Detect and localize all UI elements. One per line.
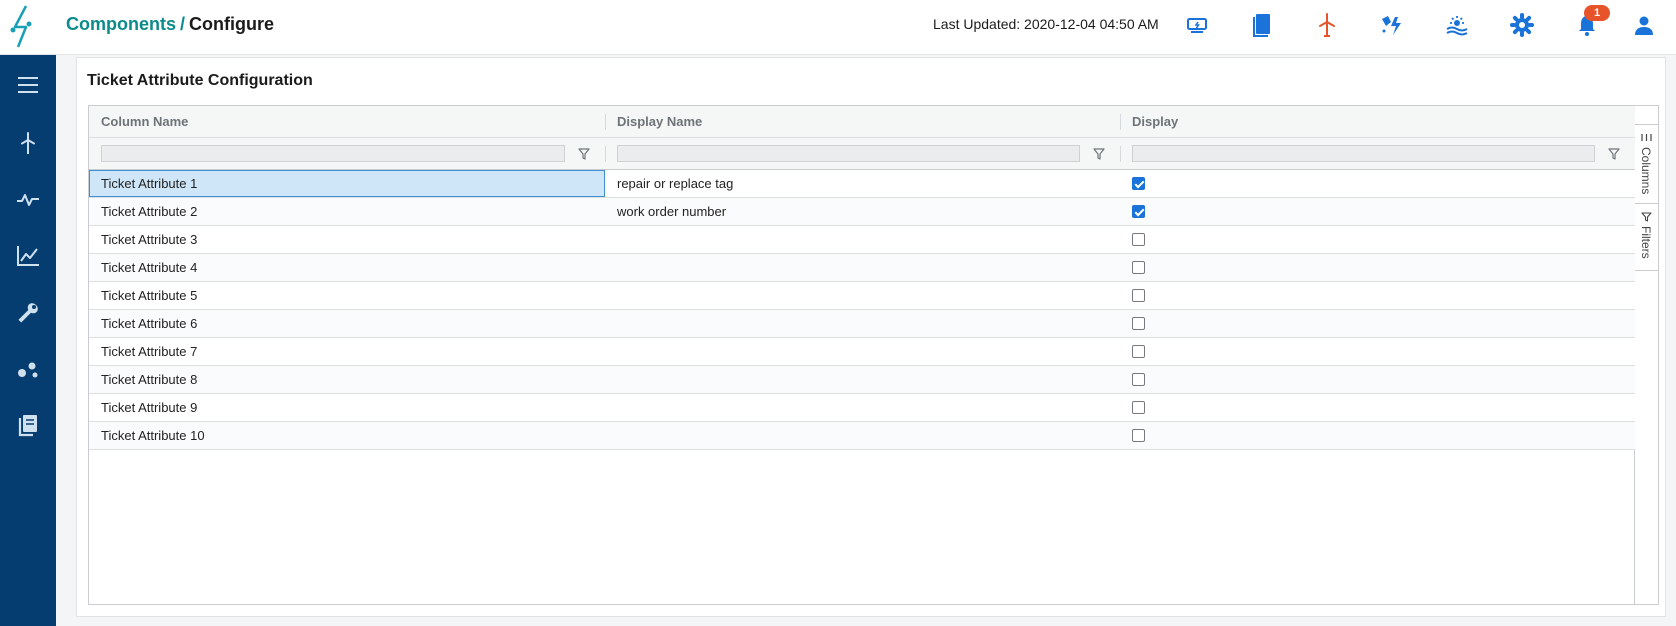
ticket-attribute-grid: Column Name Display Name Display Ticket … (88, 105, 1659, 605)
filters-icon (1641, 212, 1652, 222)
wrench-icon[interactable] (10, 295, 46, 331)
display-name-cell[interactable] (605, 394, 1120, 421)
filter-icon[interactable] (1092, 147, 1106, 161)
display-name-cell[interactable]: repair or replace tag (605, 170, 1120, 197)
column-name-cell[interactable]: Ticket Attribute 8 (89, 366, 605, 393)
column-name-cell[interactable]: Ticket Attribute 7 (89, 338, 605, 365)
filters-panel-label: Filters (1639, 226, 1653, 259)
display-name-cell[interactable] (605, 338, 1120, 365)
monitor-icon[interactable] (1183, 11, 1211, 39)
sidebar (0, 55, 56, 626)
table-row[interactable]: Ticket Attribute 3 (89, 226, 1635, 254)
book-icon[interactable] (1248, 11, 1276, 39)
display-cell (1120, 394, 1635, 421)
column-header-display-name[interactable]: Display Name (605, 106, 1120, 138)
page-title: Configure (189, 14, 275, 34)
column-name-cell[interactable]: Ticket Attribute 5 (89, 282, 605, 309)
column-header-display[interactable]: Display (1120, 106, 1635, 138)
columns-panel-button[interactable]: Columns (1635, 124, 1658, 204)
sidebar-wind-turbine-icon[interactable] (10, 125, 46, 161)
display-name-cell[interactable] (605, 282, 1120, 309)
filter-icon[interactable] (1607, 147, 1621, 161)
display-cell (1120, 366, 1635, 393)
display-name-cell[interactable]: work order number (605, 198, 1120, 225)
table-row[interactable]: Ticket Attribute 10 (89, 422, 1635, 450)
pulse-icon[interactable] (10, 182, 46, 218)
filter-icon[interactable] (577, 147, 591, 161)
scatter-icon[interactable] (10, 351, 46, 387)
table-row[interactable]: Ticket Attribute 8 (89, 366, 1635, 394)
display-checkbox[interactable] (1132, 317, 1145, 330)
column-name-filter-input[interactable] (101, 145, 565, 162)
line-chart-icon[interactable] (10, 238, 46, 274)
display-checkbox[interactable] (1132, 429, 1145, 442)
breadcrumb-separator: / (180, 14, 186, 34)
column-name-cell[interactable]: Ticket Attribute 1 (89, 170, 605, 197)
column-header-column-name[interactable]: Column Name (89, 106, 605, 138)
display-checkbox[interactable] (1132, 345, 1145, 358)
display-cell (1120, 254, 1635, 281)
filters-panel-button[interactable]: Filters (1635, 203, 1658, 271)
table-row[interactable]: Ticket Attribute 6 (89, 310, 1635, 338)
display-cell (1120, 226, 1635, 253)
table-row[interactable]: Ticket Attribute 1 repair or replace tag (89, 170, 1635, 198)
display-name-cell[interactable] (605, 254, 1120, 281)
display-cell (1120, 170, 1635, 197)
display-name-cell[interactable] (605, 422, 1120, 449)
display-name-cell[interactable] (605, 310, 1120, 337)
column-name-cell[interactable]: Ticket Attribute 6 (89, 310, 605, 337)
table-row[interactable]: Ticket Attribute 2 work order number (89, 198, 1635, 226)
display-name-filter-input[interactable] (617, 145, 1080, 162)
display-checkbox[interactable] (1132, 177, 1145, 190)
menu-icon[interactable] (10, 67, 46, 103)
display-filter-input[interactable] (1132, 145, 1595, 162)
column-name-cell[interactable]: Ticket Attribute 2 (89, 198, 605, 225)
solar-icon[interactable] (1443, 11, 1471, 39)
table-row[interactable]: Ticket Attribute 4 (89, 254, 1635, 282)
grid-rows: Ticket Attribute 1 repair or replace tag… (89, 170, 1635, 450)
display-checkbox[interactable] (1132, 289, 1145, 302)
column-name-cell[interactable]: Ticket Attribute 10 (89, 422, 605, 449)
display-cell (1120, 198, 1635, 225)
column-name-cell[interactable]: Ticket Attribute 3 (89, 226, 605, 253)
table-row[interactable]: Ticket Attribute 5 (89, 282, 1635, 310)
user-icon[interactable] (1630, 11, 1658, 39)
breadcrumb: Components / Configure (66, 13, 274, 35)
display-name-cell[interactable] (605, 226, 1120, 253)
panel-title: Ticket Attribute Configuration (87, 72, 313, 89)
display-checkbox[interactable] (1132, 261, 1145, 274)
display-cell (1120, 422, 1635, 449)
app-logo-icon[interactable] (4, 3, 44, 51)
columns-icon (1641, 134, 1652, 141)
notification-badge: 1 (1584, 5, 1610, 21)
gear-icon[interactable] (1508, 11, 1536, 39)
weather-lightning-icon[interactable] (1378, 11, 1406, 39)
display-cell (1120, 338, 1635, 365)
column-name-cell[interactable]: Ticket Attribute 4 (89, 254, 605, 281)
display-checkbox[interactable] (1132, 373, 1145, 386)
display-checkbox[interactable] (1132, 233, 1145, 246)
main-panel: Ticket Attribute Configuration Column Na… (76, 57, 1666, 617)
display-cell (1120, 310, 1635, 337)
columns-panel-label: Columns (1639, 147, 1653, 195)
grid-header-row: Column Name Display Name Display (89, 106, 1635, 138)
grid-filter-row (89, 138, 1635, 170)
filter-separator (605, 146, 606, 162)
filter-separator (1120, 146, 1121, 162)
documents-icon[interactable] (10, 407, 46, 443)
display-checkbox[interactable] (1132, 205, 1145, 218)
grid-body: Column Name Display Name Display Ticket … (89, 106, 1635, 604)
top-bar: Components / Configure Last Updated: 2020-… (0, 0, 1676, 55)
table-row[interactable]: Ticket Attribute 9 (89, 394, 1635, 422)
table-row[interactable]: Ticket Attribute 7 (89, 338, 1635, 366)
display-checkbox[interactable] (1132, 401, 1145, 414)
last-updated-text: Last Updated: 2020-12-04 04:50 AM (933, 16, 1159, 32)
display-name-cell[interactable] (605, 366, 1120, 393)
display-cell (1120, 282, 1635, 309)
grid-tool-panel: Columns Filters (1635, 106, 1658, 604)
breadcrumb-components-link[interactable]: Components (66, 14, 176, 34)
wind-turbine-icon[interactable] (1313, 11, 1341, 39)
column-name-cell[interactable]: Ticket Attribute 9 (89, 394, 605, 421)
